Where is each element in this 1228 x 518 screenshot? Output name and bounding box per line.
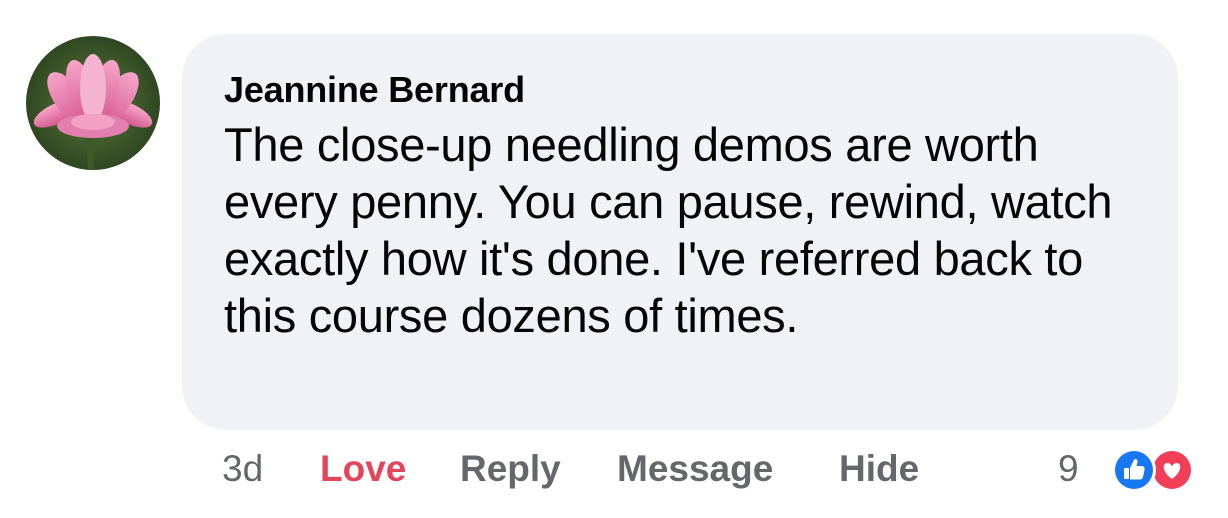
comment: Jeannine Bernard The close-up needling d… (0, 0, 1228, 518)
avatar[interactable] (26, 36, 160, 170)
lotus-flower-icon (26, 36, 160, 170)
comment-author[interactable]: Jeannine Bernard (224, 70, 1138, 110)
comment-bubble: Jeannine Bernard The close-up needling d… (182, 34, 1178, 430)
love-button[interactable]: Love (320, 446, 406, 492)
hide-button[interactable]: Hide (839, 446, 919, 492)
reaction-icons[interactable] (1098, 446, 1208, 494)
like-icon (1112, 448, 1156, 492)
message-button[interactable]: Message (617, 446, 773, 492)
reply-button[interactable]: Reply (460, 446, 561, 492)
comment-actions: 3d Love Reply Message Hide 9 (0, 446, 1228, 496)
reaction-count[interactable]: 9 (1058, 446, 1079, 492)
comment-text: The close-up needling demos are worth ev… (224, 118, 1113, 342)
love-icon (1150, 448, 1194, 492)
comment-timestamp[interactable]: 3d (222, 446, 263, 492)
